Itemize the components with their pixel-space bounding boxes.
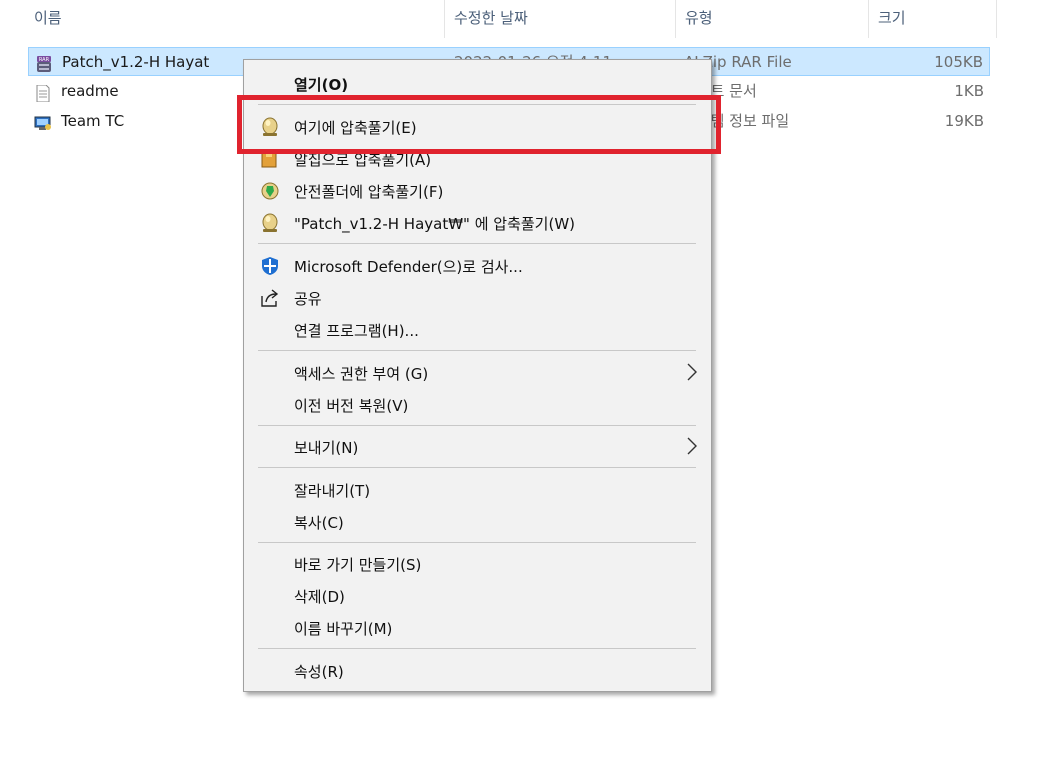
- menu-item-share[interactable]: 공유: [246, 282, 708, 314]
- menu-separator: [258, 243, 696, 244]
- menu-separator: [258, 467, 696, 468]
- menu-item-label: 속성(R): [294, 663, 344, 681]
- system-info-icon: [34, 113, 52, 130]
- menu-item-extract-alzip[interactable]: 알집으로 압축풀기(A): [246, 143, 708, 175]
- menu-item-label: 안전폴더에 압축풀기(F): [294, 183, 444, 201]
- chevron-right-icon: [686, 361, 698, 383]
- alzip-extract-icon: [260, 213, 280, 233]
- menu-item-restore-versions[interactable]: 이전 버전 복원(V): [246, 389, 708, 421]
- menu-item-extract-safe-folder[interactable]: 안전폴더에 압축풀기(F): [246, 175, 708, 207]
- menu-item-copy[interactable]: 복사(C): [246, 506, 708, 538]
- column-divider[interactable]: [868, 0, 869, 38]
- menu-item-label: Microsoft Defender(으)로 검사...: [294, 258, 523, 276]
- share-icon: [260, 288, 280, 308]
- file-name: Patch_v1.2-H Hayat: [62, 53, 210, 71]
- file-size: 19KB: [944, 112, 984, 130]
- menu-separator: [258, 648, 696, 649]
- safe-folder-icon: [260, 181, 280, 201]
- context-menu: 열기(O) 여기에 압축풀기(E) 알집으로 압축풀기(A) 안전폴더에 압축풀…: [243, 59, 712, 692]
- column-divider[interactable]: [444, 0, 445, 38]
- rar-archive-icon: RAR: [35, 54, 53, 72]
- text-document-icon: [34, 83, 52, 103]
- defender-shield-icon: [260, 256, 280, 276]
- column-header-type[interactable]: 유형: [677, 0, 867, 38]
- menu-item-cut[interactable]: 잘라내기(T): [246, 474, 708, 506]
- menu-item-label: 공유: [294, 290, 322, 308]
- menu-item-rename[interactable]: 이름 바꾸기(M): [246, 612, 708, 644]
- menu-item-defender-scan[interactable]: Microsoft Defender(으)로 검사...: [246, 250, 708, 282]
- menu-item-delete[interactable]: 삭제(D): [246, 580, 708, 612]
- menu-item-label: 삭제(D): [294, 588, 345, 606]
- menu-item-label: 복사(C): [294, 514, 344, 532]
- menu-item-label: 잘라내기(T): [294, 482, 371, 500]
- menu-item-open-with[interactable]: 연결 프로그램(H)...: [246, 314, 708, 346]
- menu-item-label: 여기에 압축풀기(E): [294, 119, 417, 137]
- menu-item-extract-to-folder[interactable]: "Patch_v1.2-H Hayat₩" 에 압축풀기(W): [246, 207, 708, 239]
- file-size: 1KB: [954, 82, 984, 100]
- menu-separator: [258, 425, 696, 426]
- column-header-name[interactable]: 이름: [26, 0, 436, 38]
- menu-item-properties[interactable]: 속성(R): [246, 655, 708, 687]
- alzip-icon: [260, 149, 280, 169]
- menu-item-label: 보내기(N): [294, 439, 359, 457]
- column-divider[interactable]: [996, 0, 997, 38]
- column-divider[interactable]: [675, 0, 676, 38]
- menu-item-label: 이전 버전 복원(V): [294, 397, 409, 415]
- column-header-date[interactable]: 수정한 날짜: [446, 0, 674, 38]
- menu-item-label: 바로 가기 만들기(S): [294, 556, 422, 574]
- alzip-extract-icon: [260, 117, 280, 137]
- menu-item-give-access[interactable]: 액세스 권한 부여 (G): [246, 357, 708, 389]
- menu-item-label: 알집으로 압축풀기(A): [294, 151, 432, 169]
- menu-item-send-to[interactable]: 보내기(N): [246, 431, 708, 463]
- file-name: Team TC: [61, 112, 125, 130]
- menu-item-label: 이름 바꾸기(M): [294, 620, 393, 638]
- menu-item-label: 액세스 권한 부여 (G): [294, 365, 429, 383]
- file-size: 105KB: [934, 53, 983, 71]
- menu-separator: [258, 104, 696, 105]
- menu-item-open[interactable]: 열기(O): [246, 68, 708, 100]
- menu-separator: [258, 350, 696, 351]
- menu-item-create-shortcut[interactable]: 바로 가기 만들기(S): [246, 548, 708, 580]
- column-header: ^ 이름 수정한 날짜 유형 크기: [0, 0, 1000, 38]
- file-name: readme: [61, 82, 119, 100]
- menu-item-label: "Patch_v1.2-H Hayat₩" 에 압축풀기(W): [294, 215, 576, 233]
- menu-separator: [258, 542, 696, 543]
- menu-item-label: 연결 프로그램(H)...: [294, 322, 419, 340]
- menu-item-extract-here[interactable]: 여기에 압축풀기(E): [246, 111, 708, 143]
- column-header-size[interactable]: 크기: [870, 0, 996, 38]
- chevron-right-icon: [686, 435, 698, 457]
- menu-item-label: 열기(O): [294, 76, 349, 94]
